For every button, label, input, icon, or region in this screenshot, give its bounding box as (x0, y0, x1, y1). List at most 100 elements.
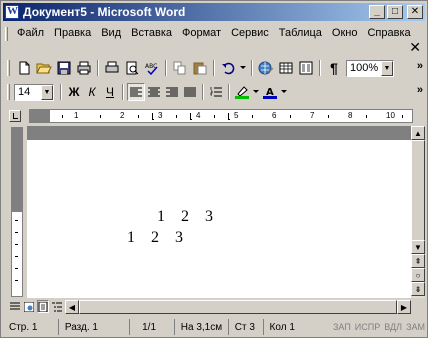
scroll-right-icon[interactable]: ▶ (397, 300, 411, 314)
next-page-icon[interactable]: ⇟ (411, 282, 425, 296)
toolbar-separator (213, 60, 215, 76)
close-button[interactable]: ✕ (407, 5, 423, 19)
paste-icon[interactable] (190, 59, 210, 77)
menu-view[interactable]: Вид (97, 25, 127, 41)
document-close-icon[interactable]: ✕ (409, 39, 421, 56)
menu-format[interactable]: Формат (178, 25, 227, 41)
toolbar-grip[interactable] (7, 84, 10, 100)
minimize-button[interactable]: _ (369, 5, 385, 19)
font-color-dropdown-icon[interactable] (279, 83, 289, 101)
ruler-tick (328, 115, 329, 118)
toolbar-grip[interactable] (7, 60, 10, 76)
ruler-tick (402, 115, 403, 118)
print-preview-icon[interactable] (74, 59, 94, 77)
title-bar[interactable]: Документ5 - Microsoft Word _ □ ✕ (3, 3, 425, 21)
print-layout-icon[interactable] (37, 300, 49, 313)
status-ext[interactable]: ВДЛ (380, 319, 402, 335)
scroll-left-icon[interactable]: ◀ (65, 300, 79, 314)
show-formatting-icon[interactable]: ¶ (324, 59, 344, 77)
vertical-scroll-thumb[interactable] (411, 140, 425, 250)
font-size-dropdown-icon[interactable]: ▼ (41, 84, 53, 100)
ruler-tick (176, 115, 177, 118)
ruler-number: 7 (310, 111, 315, 120)
status-bar: Стр. 1 Разд. 1 1/1 На 3,1см Ст 3 Кол 1 З… (3, 317, 425, 337)
formatting-toolbar-chevron-icon[interactable]: » (417, 84, 423, 96)
highlight-dropdown-icon[interactable] (251, 83, 261, 101)
previous-page-icon[interactable]: ⇞ (411, 254, 425, 268)
status-column: Кол 1 (269, 321, 295, 333)
normal-view-icon[interactable] (9, 300, 21, 313)
status-rec[interactable]: ЗАП (329, 319, 351, 335)
scroll-up-icon[interactable]: ▲ (411, 126, 425, 140)
ruler-row: 1 2 3 4 5 6 7 8 10 (3, 107, 425, 125)
spelling-icon[interactable]: ABC (142, 59, 162, 77)
font-size-value: 14 (18, 86, 31, 98)
vertical-ruler[interactable] (11, 127, 23, 297)
tab-stop-icon[interactable] (190, 113, 192, 120)
ruler-tick (100, 115, 101, 118)
ruler-tick (138, 115, 139, 118)
word-window: Документ5 - Microsoft Word _ □ ✕ Файл Пр… (0, 0, 428, 338)
menu-edit[interactable]: Правка (50, 25, 97, 41)
menu-window[interactable]: Окно (328, 25, 364, 41)
magnifier-preview-icon[interactable] (122, 59, 142, 77)
maximize-button[interactable]: □ (387, 5, 403, 19)
toolbar-separator (202, 84, 204, 100)
zoom-dropdown-icon[interactable]: ▼ (381, 60, 393, 76)
align-left-icon[interactable] (127, 83, 145, 101)
align-center-icon[interactable] (145, 83, 163, 101)
toolbar-separator (97, 60, 99, 76)
save-icon[interactable] (54, 59, 74, 77)
tab-stop-icon[interactable] (152, 113, 154, 120)
word-app-icon[interactable] (5, 5, 19, 19)
bold-button[interactable]: Ж (65, 83, 83, 101)
ruler-tick (15, 244, 18, 245)
tab-selector-icon[interactable] (9, 110, 21, 122)
hyperlink-icon[interactable] (256, 59, 276, 77)
zoom-select[interactable]: 100% ▼ (346, 59, 394, 77)
document-line-2[interactable]: 1 2 3 (127, 229, 183, 247)
new-document-icon[interactable] (14, 59, 34, 77)
menu-table[interactable]: Таблица (275, 25, 328, 41)
standard-toolbar-chevron-icon[interactable]: » (417, 60, 423, 72)
print-icon[interactable] (102, 59, 122, 77)
horizontal-scroll-thumb[interactable] (79, 300, 397, 314)
menu-tools[interactable]: Сервис (227, 25, 275, 41)
menu-grip[interactable] (5, 27, 8, 41)
underline-button[interactable]: Ч (101, 83, 119, 101)
open-icon[interactable] (34, 59, 54, 77)
undo-dropdown-icon[interactable] (238, 59, 248, 77)
document-line-1[interactable]: 1 2 3 (157, 208, 213, 226)
font-color-icon[interactable]: A (261, 83, 279, 101)
select-browse-object-icon[interactable]: ○ (411, 268, 425, 282)
ruler-number: 4 (196, 111, 201, 120)
menu-file[interactable]: Файл (13, 25, 50, 41)
undo-icon[interactable] (218, 59, 238, 77)
status-ovr[interactable]: ЗАМ (402, 319, 425, 335)
ruler-tick (214, 115, 215, 118)
italic-button[interactable]: К (83, 83, 101, 101)
columns-icon[interactable] (296, 59, 316, 77)
numbered-list-icon[interactable] (207, 83, 225, 101)
ruler-tick (252, 115, 253, 118)
horizontal-scrollbar[interactable]: ◀ ▶ (65, 300, 411, 314)
document-page[interactable]: 1 2 3 1 2 3 (27, 140, 411, 298)
outline-view-icon[interactable] (51, 300, 63, 313)
copy-icon[interactable] (170, 59, 190, 77)
status-trk[interactable]: ИСПР (351, 319, 380, 335)
toolbar-separator (251, 60, 253, 76)
highlight-icon[interactable] (233, 83, 251, 101)
scroll-down-icon[interactable]: ▼ (411, 240, 425, 254)
font-size-select[interactable]: 14 ▼ (14, 83, 54, 101)
vertical-ruler-top-margin (12, 128, 22, 212)
align-right-icon[interactable] (163, 83, 181, 101)
menu-insert[interactable]: Вставка (127, 25, 178, 41)
vertical-scrollbar[interactable]: ▲ ▼ ⇞ ○ ⇟ (411, 126, 425, 298)
status-pages: 1/1 (130, 319, 175, 335)
tab-stop-icon[interactable] (228, 113, 230, 120)
justify-icon[interactable] (181, 83, 199, 101)
page-gap (27, 126, 411, 140)
tables-icon[interactable] (276, 59, 296, 77)
web-layout-icon[interactable] (23, 300, 35, 313)
horizontal-ruler[interactable]: 1 2 3 4 5 6 7 8 10 (29, 109, 413, 123)
